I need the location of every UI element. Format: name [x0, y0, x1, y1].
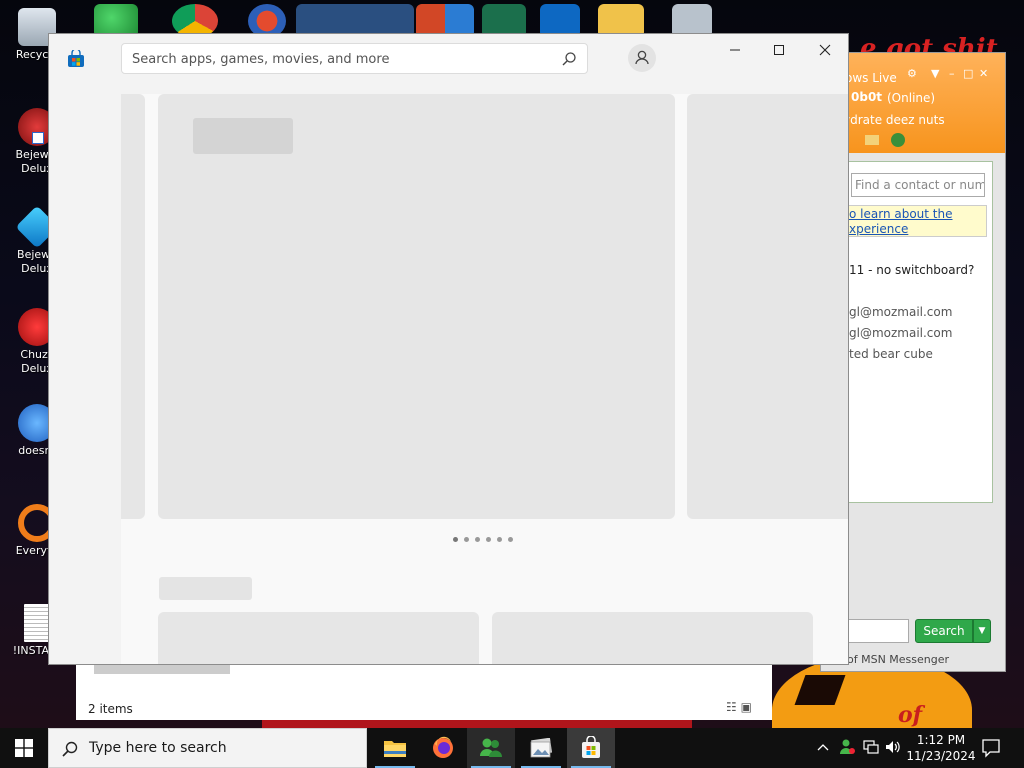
taskbar-microsoft-store[interactable] — [567, 728, 615, 768]
messenger-menu-chevron-icon[interactable]: ▼ — [931, 67, 939, 80]
section-title-placeholder — [159, 577, 252, 600]
messenger-maximize-button[interactable]: □ — [963, 67, 973, 80]
content-card-placeholder[interactable] — [492, 612, 813, 664]
messenger-info-link-2[interactable]: xperience — [849, 222, 908, 236]
minimize-button[interactable] — [712, 34, 758, 66]
store-search-input[interactable] — [132, 48, 552, 70]
tray-network-icon[interactable] — [862, 738, 880, 756]
carousel-dot[interactable] — [508, 537, 513, 542]
messenger-close-button[interactable]: ✕ — [979, 67, 988, 80]
messenger-info-link-1[interactable]: o learn about the — [849, 207, 953, 221]
messenger-find-contact-input[interactable]: Find a contact or number — [851, 173, 985, 197]
messenger-search-dropdown[interactable]: ▼ — [973, 619, 991, 643]
messenger-personal-message[interactable]: ydrate deez nuts — [843, 113, 945, 127]
person-icon — [635, 50, 649, 65]
hero-title-placeholder — [193, 118, 293, 154]
maximize-icon — [774, 45, 784, 55]
carousel-dot[interactable] — [453, 537, 458, 542]
account-avatar[interactable] — [628, 44, 656, 72]
search-icon[interactable] — [561, 51, 577, 67]
taskbar-file-explorer[interactable] — [371, 728, 419, 768]
carousel-dot[interactable] — [497, 537, 502, 542]
taskbar-photos[interactable] — [517, 728, 565, 768]
store-logo-icon — [68, 50, 84, 67]
shortcut-arrow-icon — [32, 132, 44, 144]
wallpaper-graffiti-bottom: of — [898, 702, 923, 728]
clock-date: 11/23/2024 — [906, 749, 976, 763]
explorer-item-count: 2 items — [88, 702, 133, 716]
taskbar-clock[interactable]: 1:12 PM 11/23/2024 — [906, 732, 976, 764]
notification-center-button[interactable] — [980, 738, 1002, 758]
taskbar-firefox[interactable] — [419, 728, 467, 768]
messenger-footer: of MSN Messenger — [847, 653, 950, 666]
taskbar-search-placeholder: Type here to search — [89, 740, 227, 756]
messenger-globe-icon[interactable] — [891, 133, 905, 147]
store-search-box[interactable] — [121, 43, 588, 74]
messenger-status[interactable]: (Online) — [887, 91, 935, 105]
store-content-area — [121, 94, 848, 664]
messenger-web-search-input[interactable] — [847, 619, 909, 643]
taskbar: Type here to search 1:12 PM 11/23/2024 — [0, 728, 1024, 768]
search-icon — [62, 741, 78, 757]
tray-overflow-chevron-icon[interactable] — [814, 738, 832, 756]
firefox-icon — [433, 736, 453, 758]
messenger-contact-group[interactable]: 11 - no switchboard? — [849, 263, 974, 277]
maximize-button[interactable] — [756, 34, 802, 66]
minimize-icon — [730, 49, 740, 51]
carousel-dot[interactable] — [464, 537, 469, 542]
close-icon — [819, 44, 831, 56]
carousel-pager[interactable] — [453, 537, 513, 542]
start-button[interactable] — [0, 728, 48, 768]
carousel-dot[interactable] — [475, 537, 480, 542]
clock-time: 1:12 PM — [916, 733, 966, 747]
hero-carousel-main-card[interactable] — [158, 94, 675, 519]
store-bag-icon — [582, 736, 600, 758]
messenger-buddy-icon — [480, 738, 502, 757]
messenger-contact-2[interactable]: gl@mozmail.com — [849, 326, 952, 340]
messenger-mail-icon[interactable] — [865, 135, 879, 145]
hero-carousel-next-card[interactable] — [687, 94, 848, 519]
messenger-search-button[interactable]: Search — [915, 619, 973, 643]
tray-messenger-icon[interactable] — [838, 738, 856, 756]
photos-icon — [530, 738, 553, 758]
folder-icon — [384, 741, 406, 757]
notification-icon — [982, 739, 1000, 758]
taskbar-search-box[interactable]: Type here to search — [48, 728, 367, 768]
messenger-contact-3[interactable]: ted bear cube — [849, 347, 933, 361]
messenger-minimize-button[interactable]: – — [949, 67, 955, 80]
taskbar-messenger[interactable] — [467, 728, 515, 768]
messenger-contact-1[interactable]: gl@mozmail.com — [849, 305, 952, 319]
store-window[interactable] — [48, 33, 849, 665]
explorer-view-toggle[interactable]: ☷ ▣ — [726, 700, 752, 714]
messenger-title: ows Live — [845, 71, 897, 85]
tray-volume-icon[interactable] — [884, 738, 902, 756]
windows-logo-icon — [15, 739, 33, 757]
hero-carousel-prev-card[interactable] — [121, 94, 145, 519]
close-button[interactable] — [802, 34, 848, 66]
messenger-settings-icon[interactable]: ⚙ — [907, 67, 917, 80]
carousel-dot[interactable] — [486, 537, 491, 542]
text-file-icon — [24, 604, 50, 642]
content-card-placeholder[interactable] — [158, 612, 479, 664]
messenger-display-name[interactable]: 0b0t — [851, 90, 882, 104]
